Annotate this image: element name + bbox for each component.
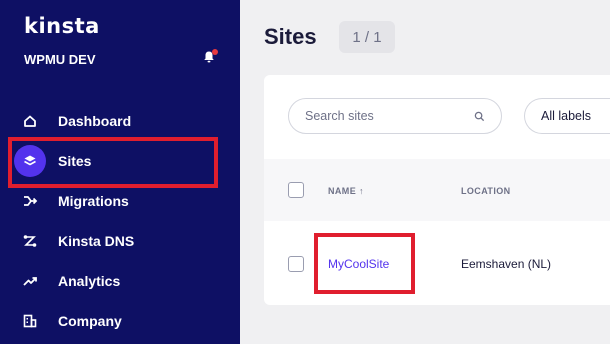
search-input[interactable]: Search sites bbox=[288, 98, 502, 134]
select-all-checkbox[interactable] bbox=[288, 182, 304, 198]
sidebar-item-dashboard[interactable]: Dashboard bbox=[14, 102, 224, 140]
highlight-box-site bbox=[314, 233, 415, 294]
column-header-location[interactable]: LOCATION bbox=[461, 186, 511, 196]
labels-filter-dropdown[interactable]: All labels bbox=[524, 98, 610, 134]
kinsta-logo[interactable]: kinsta bbox=[24, 14, 100, 38]
search-placeholder: Search sites bbox=[305, 109, 374, 123]
sidebar-item-label: Migrations bbox=[58, 193, 129, 209]
sidebar-item-label: Analytics bbox=[58, 273, 121, 289]
sidebar-item-company[interactable]: Company bbox=[14, 302, 224, 340]
highlight-box-sites bbox=[8, 137, 218, 188]
search-icon bbox=[474, 111, 485, 121]
site-count-badge: 1 / 1 bbox=[339, 21, 395, 53]
row-checkbox[interactable] bbox=[288, 256, 304, 272]
org-name[interactable]: WPMU DEV bbox=[24, 52, 96, 67]
migrations-icon bbox=[14, 185, 46, 217]
sidebar-item-kinsta-dns[interactable]: Kinsta DNS bbox=[14, 222, 224, 260]
sidebar-item-label: Company bbox=[58, 313, 122, 329]
table-header: NAME ↑ LOCATION bbox=[264, 159, 610, 221]
notification-dot bbox=[212, 49, 218, 55]
sidebar: kinsta WPMU DEV Dashboard Sites Migratio… bbox=[0, 0, 240, 344]
sidebar-item-analytics[interactable]: Analytics bbox=[14, 262, 224, 300]
site-location: Eemshaven (NL) bbox=[461, 257, 552, 271]
page-title: Sites bbox=[264, 24, 317, 49]
home-icon bbox=[14, 105, 46, 137]
dns-icon bbox=[14, 225, 46, 257]
company-icon bbox=[14, 305, 46, 337]
column-header-name[interactable]: NAME ↑ bbox=[328, 186, 364, 196]
analytics-icon bbox=[14, 265, 46, 297]
sidebar-item-label: Kinsta DNS bbox=[58, 233, 135, 249]
sidebar-item-label: Dashboard bbox=[58, 113, 132, 129]
